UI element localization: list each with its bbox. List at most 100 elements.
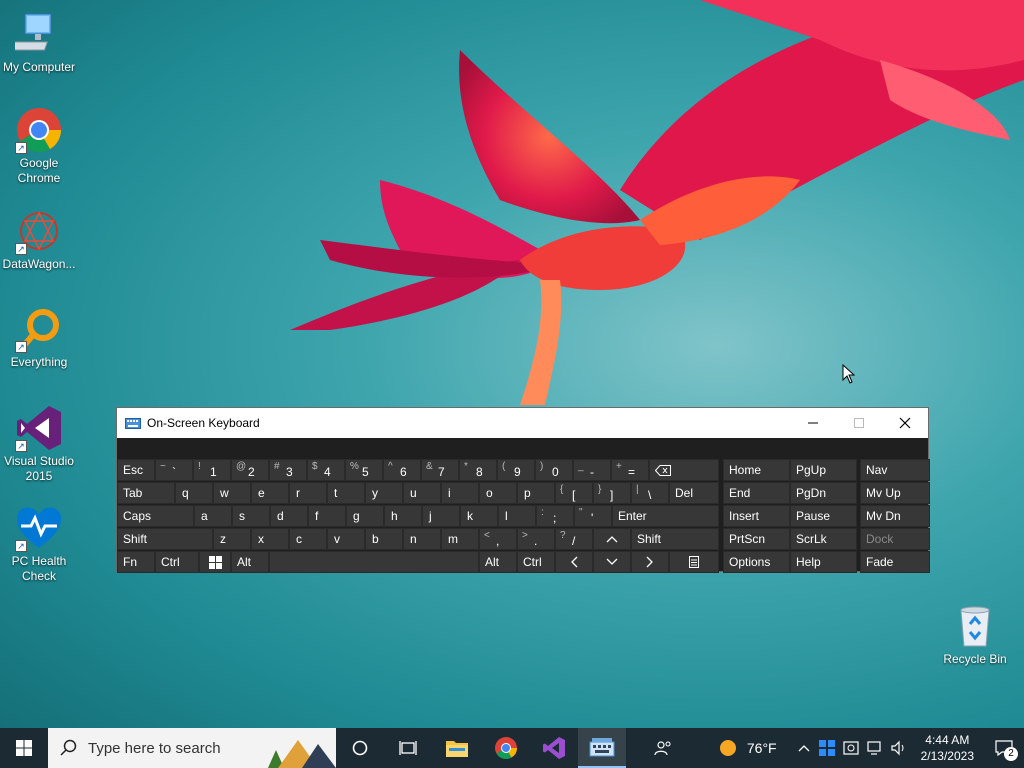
key-d[interactable]: d <box>270 505 308 527</box>
key-period[interactable]: >. <box>517 528 555 550</box>
key-4[interactable]: $4 <box>307 459 345 481</box>
key-close-bracket[interactable]: }] <box>593 482 631 504</box>
desktop-icon-datawagon[interactable]: ↗ DataWagon... <box>0 207 78 272</box>
show-hidden-icons-button[interactable] <box>793 728 815 768</box>
key-9[interactable]: (9 <box>497 459 535 481</box>
key-v[interactable]: v <box>327 528 365 550</box>
key-comma[interactable]: <, <box>479 528 517 550</box>
key-alt-left[interactable]: Alt <box>231 551 269 573</box>
taskbar-file-explorer[interactable] <box>432 728 482 768</box>
key-slash[interactable]: ? / <box>555 528 593 550</box>
key-k[interactable]: k <box>460 505 498 527</box>
taskbar-chrome[interactable] <box>482 728 530 768</box>
key-fn[interactable]: Fn <box>117 551 155 573</box>
task-view-button[interactable] <box>384 728 432 768</box>
key-ctrl-left[interactable]: Ctrl <box>155 551 199 573</box>
key-h[interactable]: h <box>384 505 422 527</box>
key-tab[interactable]: Tab <box>117 482 175 504</box>
taskbar-people[interactable] <box>626 728 700 768</box>
desktop-icon-google-chrome[interactable]: ↗ Google Chrome <box>0 106 78 186</box>
desktop-icon-visual-studio[interactable]: ↗ Visual Studio 2015 <box>0 404 78 484</box>
key-q[interactable]: q <box>175 482 213 504</box>
key-z[interactable]: z <box>213 528 251 550</box>
key-5[interactable]: % 5 <box>345 459 383 481</box>
tray-volume[interactable] <box>887 728 911 768</box>
key-p[interactable]: p <box>517 482 555 504</box>
key-n[interactable]: n <box>403 528 441 550</box>
tray-windows-update[interactable] <box>815 728 839 768</box>
key-backtick[interactable]: ~ ` <box>155 459 193 481</box>
tray-network[interactable] <box>863 728 887 768</box>
key-8[interactable]: * 8 <box>459 459 497 481</box>
desktop-icon-recycle-bin[interactable]: Recycle Bin <box>936 602 1014 667</box>
key-minus[interactable]: _ - <box>573 459 611 481</box>
key-esc[interactable]: Esc <box>117 459 155 481</box>
key-fade[interactable]: Fade <box>860 551 930 573</box>
taskbar-clock[interactable]: 4:44 AM 2/13/2023 <box>911 732 984 764</box>
minimize-button[interactable] <box>790 408 836 438</box>
key-g[interactable]: g <box>346 505 384 527</box>
osk-title-bar[interactable]: On-Screen Keyboard <box>117 408 928 438</box>
key-space[interactable] <box>269 551 479 573</box>
key-prtscn[interactable]: PrtScn <box>723 528 790 550</box>
key-f[interactable]: f <box>308 505 346 527</box>
key-b[interactable]: b <box>365 528 403 550</box>
key-caps[interactable]: Caps <box>117 505 194 527</box>
key-menu[interactable] <box>669 551 719 573</box>
key-e[interactable]: e <box>251 482 289 504</box>
key-u[interactable]: u <box>403 482 441 504</box>
key-ctrl-right[interactable]: Ctrl <box>517 551 555 573</box>
key-pause[interactable]: Pause <box>790 505 857 527</box>
weather-widget[interactable]: 76°F <box>713 728 783 768</box>
key-pgdn[interactable]: PgDn <box>790 482 857 504</box>
start-button[interactable] <box>0 728 48 768</box>
cortana-button[interactable] <box>336 728 384 768</box>
key-3[interactable]: #3 <box>269 459 307 481</box>
key-equals[interactable]: + = <box>611 459 649 481</box>
key-quote[interactable]: " ' <box>574 505 612 527</box>
key-move-up[interactable]: Mv Up <box>860 482 930 504</box>
key-arrow-left[interactable] <box>555 551 593 573</box>
key-a[interactable]: a <box>194 505 232 527</box>
key-o[interactable]: o <box>479 482 517 504</box>
key-shift-left[interactable]: Shift <box>117 528 213 550</box>
key-insert[interactable]: Insert <box>723 505 790 527</box>
key-options[interactable]: Options <box>723 551 790 573</box>
key-2[interactable]: @2 <box>231 459 269 481</box>
key-i[interactable]: i <box>441 482 479 504</box>
key-m[interactable]: m <box>441 528 479 550</box>
close-button[interactable] <box>882 408 928 438</box>
tray-security[interactable] <box>839 728 863 768</box>
key-scrlk[interactable]: ScrLk <box>790 528 857 550</box>
key-arrow-down[interactable] <box>593 551 631 573</box>
key-move-down[interactable]: Mv Dn <box>860 505 930 527</box>
action-center-button[interactable]: 2 <box>984 728 1024 768</box>
key-del[interactable]: Del <box>669 482 719 504</box>
key-home[interactable]: Home <box>723 459 790 481</box>
key-arrow-right[interactable] <box>631 551 669 573</box>
key-1[interactable]: ! 1 <box>193 459 231 481</box>
key-arrow-up[interactable] <box>593 528 631 550</box>
key-open-bracket[interactable]: {[ <box>555 482 593 504</box>
key-backspace[interactable] <box>649 459 719 481</box>
desktop-icon-my-computer[interactable]: My Computer <box>0 10 78 75</box>
key-backslash[interactable]: | \ <box>631 482 669 504</box>
key-nav[interactable]: Nav <box>860 459 930 481</box>
taskbar-search-box[interactable]: Type here to search <box>48 728 336 768</box>
key-x[interactable]: x <box>251 528 289 550</box>
key-end[interactable]: End <box>723 482 790 504</box>
key-t[interactable]: t <box>327 482 365 504</box>
key-7[interactable]: & 7 <box>421 459 459 481</box>
key-0[interactable]: ) 0 <box>535 459 573 481</box>
key-w[interactable]: w <box>213 482 251 504</box>
key-shift-right[interactable]: Shift <box>631 528 719 550</box>
key-6[interactable]: ^ 6 <box>383 459 421 481</box>
key-help[interactable]: Help <box>790 551 857 573</box>
key-j[interactable]: j <box>422 505 460 527</box>
key-windows[interactable] <box>199 551 231 573</box>
key-pgup[interactable]: PgUp <box>790 459 857 481</box>
desktop-icon-everything[interactable]: ↗ Everything <box>0 305 78 370</box>
key-r[interactable]: r <box>289 482 327 504</box>
taskbar-visual-studio[interactable] <box>530 728 578 768</box>
key-alt-right[interactable]: Alt <box>479 551 517 573</box>
